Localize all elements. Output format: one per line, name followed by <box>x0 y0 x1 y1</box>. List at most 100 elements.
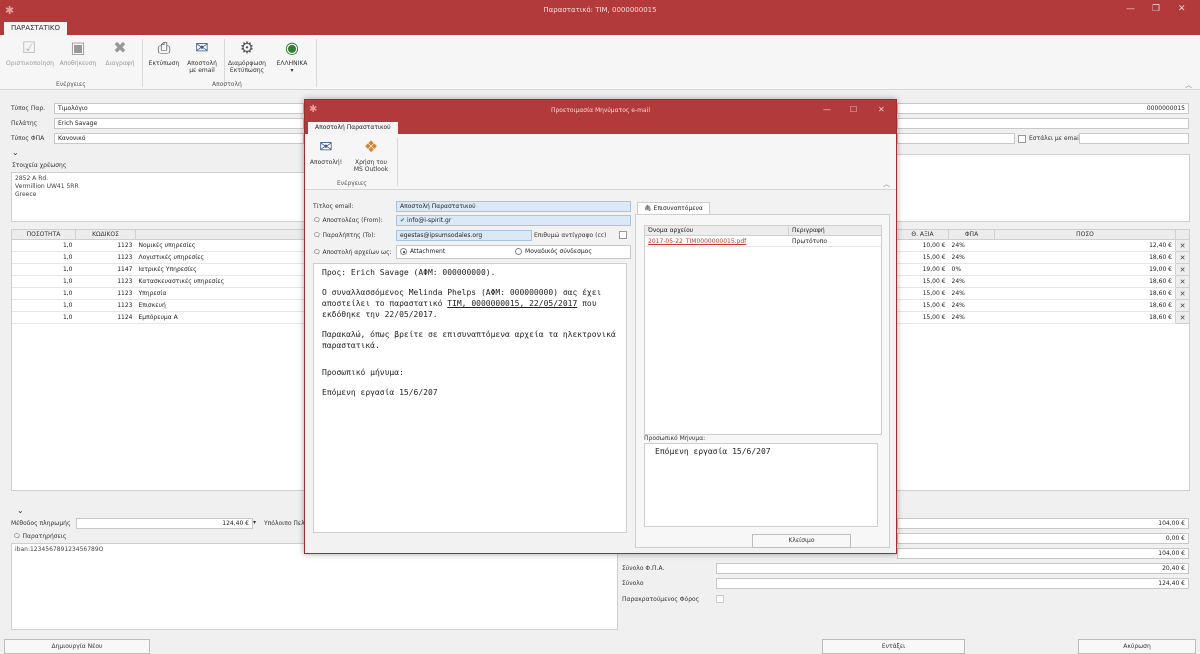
payment-method-label: Μέθοδος πληρωμής <box>11 520 71 527</box>
finalize-button[interactable]: ☑ Οριστικοποίηση <box>6 37 54 67</box>
close-icon[interactable]: ✕ <box>1178 4 1186 14</box>
send-now-button[interactable]: ✉ Αποστολή! <box>308 136 344 166</box>
save-button[interactable]: ▣ Αποθήκευση <box>58 37 98 67</box>
collapse-ribbon-icon[interactable]: ︿ <box>883 179 890 189</box>
customer-label: Πελάτης <box>11 120 38 127</box>
subject-field[interactable]: Αποστολή Παραστατικού <box>396 201 631 212</box>
col-quantity[interactable]: ΠΟΣΟΤΗΤΑ <box>11 229 76 240</box>
ribbon-tabs: ΠΑΡΑΣΤΑΤΙΚΟ <box>0 21 1200 35</box>
ok-button[interactable]: Εντάξει <box>822 639 965 654</box>
comment-icon: 🗨 <box>313 232 323 239</box>
send-email-button[interactable]: ✉ Αποστολή με email <box>184 37 220 74</box>
from-label: 🗨 Αποστολέας (From): <box>313 217 383 224</box>
withholding-label: Παρακρατούμενος Φόρος <box>622 596 700 603</box>
attachments-panel: Όνομα αρχείου Περιγραφή 2017-05-22_TIM00… <box>635 214 890 548</box>
separator <box>224 39 225 87</box>
tab-send-document[interactable]: Αποστολή Παραστατικού <box>308 122 398 134</box>
remove-row-icon[interactable]: ✕ <box>1175 263 1190 276</box>
remove-row-icon[interactable]: ✕ <box>1175 287 1190 300</box>
vat-type-select[interactable]: Κανονικό <box>54 133 304 144</box>
print-layout-button[interactable]: ⚙ Διαμόρφωση Εκτύπωσης <box>226 37 268 74</box>
table-row[interactable]: 15,00 €24% 18,60 € ✕ <box>896 299 1190 312</box>
table-row[interactable]: 1,0 1123 Επισκευή <box>11 299 305 312</box>
collapse-chevron-icon[interactable]: ⌄ <box>12 148 19 157</box>
vat-type-label: Τύπος ΦΠΑ <box>11 135 45 142</box>
col-file-name[interactable]: Όνομα αρχείου <box>645 226 789 235</box>
total-field-3: 104,00 € <box>897 548 1189 559</box>
email-body-editor[interactable]: Προς: Erich Savage (ΑΦΜ: 000000000). Ο σ… <box>313 263 627 533</box>
table-row[interactable]: 15,00 €24% 18,60 € ✕ <box>896 287 1190 300</box>
attach-mode-group: Attachment Μοναδικός σύνδεσμος <box>396 245 631 259</box>
items-grid-right: Θ. ΑΞΙΑ ΦΠΑ ΠΟΣΟ 10,00 €24% 12,40 € ✕ 15,0… <box>896 229 1190 324</box>
attachments-list: Όνομα αρχείου Περιγραφή 2017-05-22_TIM00… <box>644 225 882 435</box>
print-button[interactable]: ⎙ Εκτύπωση <box>146 37 182 67</box>
col-net-value[interactable]: Θ. ΑΞΙΑ <box>896 229 949 240</box>
table-row[interactable]: 15,00 €24% 18,60 € ✕ <box>896 311 1190 324</box>
document-link[interactable]: ΤΙΜ, 0000000015, 22/05/2017 <box>447 299 577 308</box>
doc-number-field[interactable]: 0000000015 <box>897 103 1189 114</box>
minimize-icon[interactable]: — <box>1126 4 1135 14</box>
col-code[interactable]: ΚΩΔΙΚΟΣ <box>75 229 136 240</box>
radio-attachment[interactable] <box>400 248 407 255</box>
remove-row-icon[interactable]: ✕ <box>1175 311 1190 324</box>
table-row[interactable]: 1,0 1124 Εμπόρευμα Α <box>11 311 305 324</box>
cc-checkbox[interactable] <box>619 231 627 239</box>
from-field[interactable]: ✔ info@i-spirit.gr <box>396 215 631 226</box>
table-row[interactable]: 1,0 1147 Ιατρικές Υπηρεσίες <box>11 263 305 276</box>
customer-field[interactable]: Erich Savage <box>54 118 304 129</box>
payment-dropdown-icon[interactable]: ▾ <box>253 519 256 526</box>
col-file-description[interactable]: Περιγραφή <box>789 226 825 235</box>
grand-total-label: Σύνολο <box>622 580 644 587</box>
to-field[interactable]: egestas@ipsumsodales.org <box>396 230 532 241</box>
close-dialog-button[interactable]: Κλείσιμο <box>752 534 851 548</box>
language-button[interactable]: ◉ ΕΛΛΗΝΙΚΑ ▾ <box>272 37 312 74</box>
col-description[interactable] <box>135 229 305 240</box>
remove-row-icon[interactable]: ✕ <box>1175 239 1190 252</box>
table-row[interactable]: 15,00 €24% 18,60 € ✕ <box>896 251 1190 264</box>
payment-amount-field[interactable]: 124,40 € <box>76 518 253 529</box>
delete-button[interactable]: ✖ Διαγραφή <box>102 37 138 67</box>
col-vat[interactable]: ΦΠΑ <box>948 229 995 240</box>
customer-extra-field[interactable] <box>897 118 1189 129</box>
subject-label: Τίτλος email: <box>313 203 354 210</box>
withholding-checkbox[interactable] <box>716 595 724 603</box>
table-row[interactable]: 19,00 €0% 19,00 € ✕ <box>896 263 1190 276</box>
delete-x-icon: ✖ <box>113 37 127 57</box>
remove-row-icon[interactable]: ✕ <box>1175 299 1190 312</box>
attachment-file-link[interactable]: 2017-05-22_TIM0000000015.pdf <box>645 236 789 246</box>
cancel-button[interactable]: Ακύρωση <box>1078 639 1196 654</box>
maximize-icon[interactable]: ❐ <box>1152 4 1160 14</box>
separator <box>316 39 317 87</box>
table-row[interactable]: 1,0 1123 Νομικές υπηρεσίες <box>11 239 305 252</box>
radio-unique-link[interactable] <box>515 248 523 255</box>
vat-total-field: 20,40 € <box>716 563 1189 574</box>
collapse-ribbon-icon[interactable]: ︿ <box>1185 80 1192 90</box>
personal-message-textarea[interactable]: Επόμενη εργασία 15/6/207 <box>644 443 878 527</box>
col-amount[interactable]: ΠΟΣΟ <box>994 229 1176 240</box>
billing-panel: 2852 A Rd. Vermillion UW41 5RR Greece <box>11 172 305 222</box>
remove-row-icon[interactable]: ✕ <box>1175 275 1190 288</box>
dialog-title: Προετοιμασία Μηνύματος e-mail <box>550 107 650 114</box>
close-icon[interactable]: ✕ <box>878 105 885 114</box>
email-sent-checkbox[interactable] <box>1018 135 1026 143</box>
vat-extra-select[interactable] <box>897 133 1015 144</box>
tab-document[interactable]: ΠΑΡΑΣΤΑΤΙΚΟ <box>4 22 67 35</box>
maximize-icon[interactable]: ☐ <box>850 105 857 114</box>
group-actions-label: Ενέργειες <box>56 81 86 88</box>
use-outlook-button[interactable]: ❖ Χρήση του MS Outlook <box>351 136 391 173</box>
separator <box>397 138 398 186</box>
doc-type-field[interactable]: Τιμολόγιο <box>54 103 304 114</box>
collapse-chevron-icon[interactable]: ⌄ <box>17 506 24 515</box>
cc-label: Επιθυμώ αντίγραφο (cc) <box>534 232 607 239</box>
table-row[interactable]: 1,0 1123 Υπηρεσία <box>11 287 305 300</box>
table-row[interactable]: 15,00 €24% 18,60 € ✕ <box>896 275 1190 288</box>
table-row[interactable]: 1,0 1123 Λογιστικές υπηρεσίες <box>11 251 305 264</box>
list-item[interactable]: 2017-05-22_TIM0000000015.pdf Πρωτότυπο <box>645 236 881 247</box>
notes-textarea[interactable]: iban:123456789123456789O <box>11 543 618 630</box>
minimize-icon[interactable]: — <box>823 105 831 114</box>
table-row[interactable]: 10,00 €24% 12,40 € ✕ <box>896 239 1190 252</box>
create-new-button[interactable]: Δημιουργία Νέου <box>4 639 150 654</box>
email-sent-field[interactable] <box>1079 133 1189 144</box>
remove-row-icon[interactable]: ✕ <box>1175 251 1190 264</box>
table-row[interactable]: 1,0 1123 Κατασκευαστικές υπηρεσίες <box>11 275 305 288</box>
